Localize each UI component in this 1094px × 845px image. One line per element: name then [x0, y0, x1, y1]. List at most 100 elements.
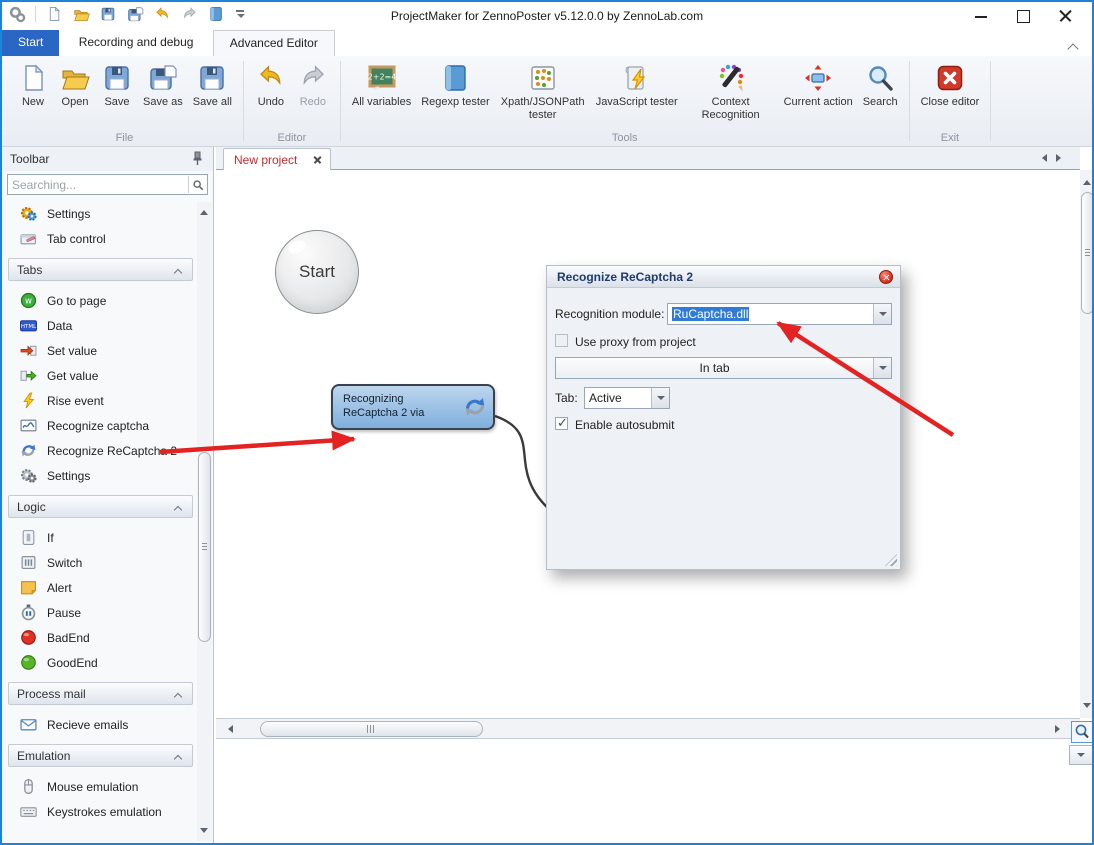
envelope-icon: [20, 716, 37, 733]
new-document-button[interactable]: [45, 5, 63, 23]
toolbar-group-emulation[interactable]: Emulation: [8, 744, 193, 767]
scroll-up-icon[interactable]: [200, 206, 208, 215]
flow-canvas[interactable]: Start Recognizing ReCaptcha 2 via Recogn…: [216, 170, 1080, 718]
tab-pencil-icon: [20, 230, 37, 247]
recognition-module-combo[interactable]: RuCaptcha.dll: [667, 303, 892, 325]
toolbar-scrollbar[interactable]: [197, 202, 212, 841]
in-tab-combo[interactable]: In tab: [555, 357, 892, 379]
current-action-button[interactable]: Current action: [779, 61, 858, 111]
horizontal-scrollbar-thumb[interactable]: [260, 721, 483, 737]
toolbar-item-goodend[interactable]: GoodEnd: [2, 650, 196, 675]
toolbar-item-if[interactable]: If: [2, 525, 196, 550]
recaptcha-action-node[interactable]: Recognizing ReCaptcha 2 via: [331, 384, 495, 430]
context-recognition-button[interactable]: Context Recognition: [683, 61, 779, 123]
chalkboard-icon: 2+2=4: [367, 63, 397, 93]
dropdown-arrow-icon[interactable]: [651, 388, 669, 408]
undo-button[interactable]: Undo: [250, 61, 292, 111]
horizontal-scrollbar[interactable]: [216, 718, 1080, 739]
toolbar-item-mouse-emulation[interactable]: Mouse emulation: [2, 774, 196, 799]
toolbar-item-rise-event[interactable]: Rise event: [2, 388, 196, 413]
tab-new-project[interactable]: New project: [223, 148, 331, 170]
canvas-zoom-button[interactable]: [1071, 721, 1093, 743]
scroll-tabs-right-icon[interactable]: [1056, 154, 1065, 162]
dropdown-arrow-icon[interactable]: [873, 304, 891, 324]
ribbon-separator: [909, 61, 910, 141]
toolbar-group-tabs[interactable]: Tabs: [8, 258, 193, 281]
open-button-ribbon[interactable]: Open: [54, 61, 96, 111]
toolbar-item-alert[interactable]: Alert: [2, 575, 196, 600]
toolbar-panel-title: Toolbar: [10, 152, 49, 166]
close-editor-button[interactable]: Close editor: [916, 61, 985, 111]
dropdown-arrow-icon[interactable]: [873, 358, 891, 378]
close-button[interactable]: [1044, 2, 1086, 29]
open-folder-icon: [60, 63, 90, 93]
group-label-tools: Tools: [343, 132, 907, 144]
toolbar-item-badend[interactable]: BadEnd: [2, 625, 196, 650]
tab-start[interactable]: Start: [2, 30, 59, 56]
save-all-button[interactable]: Save all: [188, 61, 237, 111]
recognition-module-value[interactable]: RuCaptcha.dll: [672, 307, 749, 321]
undo-icon[interactable]: [153, 5, 171, 23]
tab-close-icon[interactable]: [313, 155, 322, 164]
scroll-tabs-left-icon[interactable]: [1038, 154, 1047, 162]
toolbar-search-input[interactable]: [12, 176, 172, 193]
toolbar-item-get-value[interactable]: Get value: [2, 363, 196, 388]
vertical-scrollbar[interactable]: [1080, 170, 1094, 718]
save-button-ribbon[interactable]: Save: [96, 61, 138, 111]
open-button[interactable]: [72, 5, 90, 23]
toolbar-item-recognize-recaptcha-2[interactable]: Recognize ReCaptcha 2: [2, 438, 196, 463]
toolbar-item-tab-control[interactable]: Tab control: [2, 226, 196, 251]
panel-expand-button[interactable]: [1069, 745, 1093, 765]
redo-button[interactable]: Redo: [292, 61, 334, 111]
all-variables-button[interactable]: 2+2=4 All variables: [347, 61, 416, 111]
maximize-button[interactable]: [1002, 2, 1044, 29]
titlebar: ProjectMaker for ZennoPoster v5.12.0.0 b…: [2, 2, 1092, 30]
scroll-right-icon[interactable]: [1055, 725, 1064, 733]
toolbar-item-data[interactable]: HTML Data: [2, 313, 196, 338]
toolbar-scrollbar-thumb[interactable]: [198, 452, 211, 642]
window-title: ProjectMaker for ZennoPoster v5.12.0.0 b…: [202, 9, 892, 23]
use-proxy-checkbox[interactable]: [555, 334, 568, 347]
toolbar-item-settings[interactable]: Settings: [2, 201, 196, 226]
scroll-up-icon[interactable]: [1083, 176, 1091, 185]
javascript-tester-button[interactable]: JavaScript tester: [591, 61, 683, 111]
ribbon-separator: [243, 61, 244, 141]
scroll-down-icon[interactable]: [1083, 703, 1091, 712]
pin-icon[interactable]: [191, 151, 205, 167]
search-button[interactable]: Search: [858, 61, 903, 111]
toolbar-group-logic[interactable]: Logic: [8, 495, 193, 518]
toolbar-item-pause[interactable]: Pause: [2, 600, 196, 625]
toolbar-item-settings-2[interactable]: Settings: [2, 463, 196, 488]
enable-autosubmit-checkbox[interactable]: [555, 417, 568, 430]
tab-recording-and-debug[interactable]: Recording and debug: [63, 30, 210, 56]
xpath-jsonpath-tester-button[interactable]: Xpath/JSONPath tester: [495, 61, 591, 123]
new-button[interactable]: New: [12, 61, 54, 111]
toolbar-item-recognize-captcha[interactable]: Recognize captcha: [2, 413, 196, 438]
minimize-button[interactable]: [960, 2, 1002, 29]
qat-separator: [35, 6, 36, 22]
vertical-scrollbar-thumb[interactable]: [1081, 192, 1094, 314]
regexp-tester-button[interactable]: Regexp tester: [416, 61, 494, 111]
toolbar-item-go-to-page[interactable]: w Go to page: [2, 288, 196, 313]
dialog-resize-grip[interactable]: [885, 554, 897, 566]
save-button[interactable]: [99, 5, 117, 23]
toolbar-search-icon[interactable]: [188, 176, 206, 193]
toolbar-group-process-mail[interactable]: Process mail: [8, 682, 193, 705]
redo-icon[interactable]: [180, 5, 198, 23]
scroll-left-icon[interactable]: [224, 725, 233, 733]
action-node-label-line2: ReCaptcha 2 via: [343, 407, 457, 421]
toolbar-item-keystrokes-emulation[interactable]: Keystrokes emulation: [2, 799, 196, 824]
tab-advanced-editor[interactable]: Advanced Editor: [213, 30, 335, 56]
ribbon-tab-row: Start Recording and debug Advanced Edito…: [2, 30, 1092, 56]
toolbar-item-recieve-emails[interactable]: Recieve emails: [2, 712, 196, 737]
save-as-button[interactable]: [126, 5, 144, 23]
use-proxy-label: Use proxy from project: [575, 335, 696, 349]
save-as-button-ribbon[interactable]: Save as: [138, 61, 188, 111]
scroll-down-icon[interactable]: [200, 828, 208, 837]
dialog-titlebar[interactable]: Recognize ReCaptcha 2: [547, 266, 900, 288]
toolbar-item-switch[interactable]: Switch: [2, 550, 196, 575]
ribbon-collapse-button[interactable]: [1068, 39, 1080, 49]
dialog-close-icon[interactable]: [879, 270, 893, 284]
toolbar-item-set-value[interactable]: Set value: [2, 338, 196, 363]
tab-combo[interactable]: Active: [584, 387, 670, 409]
